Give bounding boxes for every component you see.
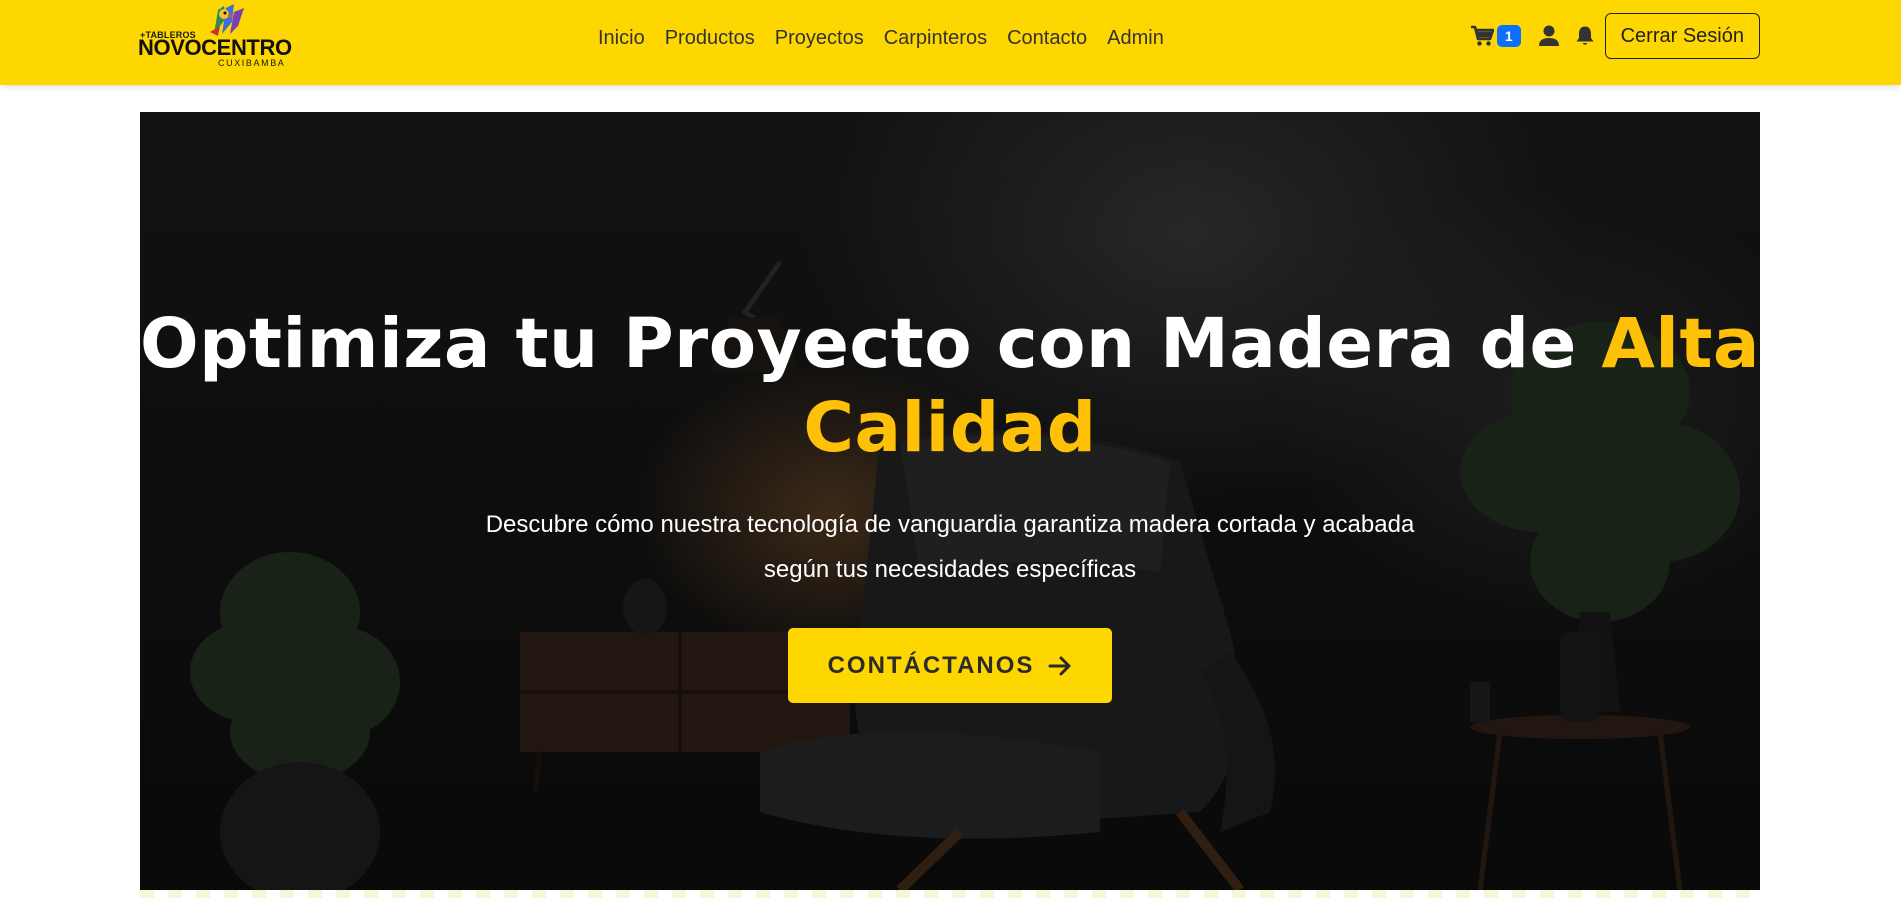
hero-dark-overlay [140,112,1760,890]
brand-subtitle: CUXIBAMBA [218,58,286,68]
nav-link-admin[interactable]: Admin [1097,24,1174,52]
cart-button[interactable]: 1 [1470,25,1521,47]
user-icon [1538,25,1559,46]
cart-count-badge: 1 [1496,25,1521,47]
arrow-right-icon [1048,656,1071,675]
brand-name: NOVOCENTRO [138,35,292,60]
cta-label: CONTÁCTANOS [827,651,1035,679]
nav-actions: 1 Cerrar Sesión [1470,13,1760,59]
brand-logo[interactable]: +TABLEROS NOVOCENTRO CUXIBAMBA [138,4,292,68]
main-nav: Inicio Productos Proyectos Carpinteros C… [598,24,1174,52]
nav-link-contacto[interactable]: Contacto [997,24,1097,52]
nav-link-carpinteros[interactable]: Carpinteros [874,24,997,52]
bell-icon [1576,26,1594,45]
shopping-cart-icon [1470,25,1494,46]
hero-heading-main: Optimiza tu Proyecto con Madera de [140,304,1602,384]
top-navbar: +TABLEROS NOVOCENTRO CUXIBAMBA Inicio Pr… [0,0,1901,85]
next-section-edge [140,890,1760,898]
logout-button[interactable]: Cerrar Sesión [1604,13,1760,59]
hero-heading: Optimiza tu Proyecto con Madera de Alta … [140,302,1760,470]
parrot-mascot-icon [210,4,244,36]
nav-link-productos[interactable]: Productos [655,24,765,52]
notifications-button[interactable] [1575,25,1595,47]
user-profile-button[interactable] [1538,25,1559,47]
nav-link-inicio[interactable]: Inicio [598,24,655,52]
nav-link-proyectos[interactable]: Proyectos [765,24,874,52]
contact-cta-button[interactable]: CONTÁCTANOS [788,628,1112,703]
hero-banner: Optimiza tu Proyecto con Madera de Alta … [140,112,1760,890]
hero-description: Descubre cómo nuestra tecnología de vang… [485,511,1415,583]
